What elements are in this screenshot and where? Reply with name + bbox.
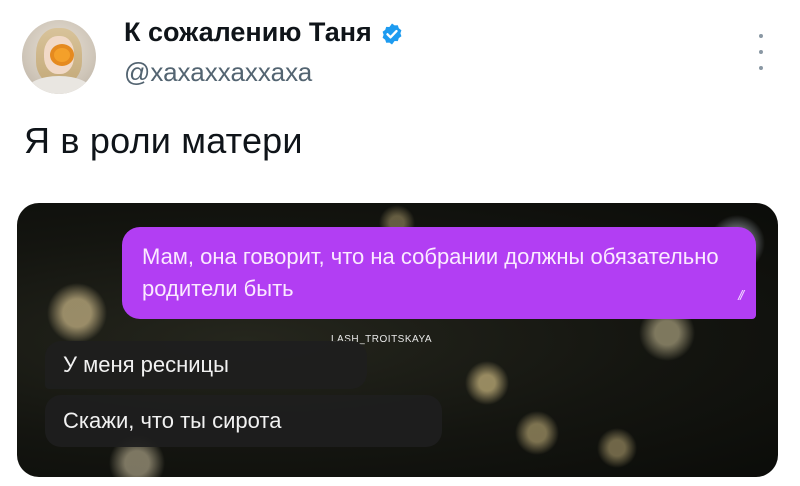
more-options-icon[interactable]: [752, 34, 770, 70]
incoming-message-text: Скажи, что ты сирота: [63, 408, 282, 433]
more-dot: [759, 66, 763, 70]
tweet-media-image[interactable]: Мам, она говорит, что на собрании должны…: [17, 203, 778, 477]
verified-badge-icon: [382, 23, 402, 44]
author-avatar[interactable]: [22, 20, 96, 94]
incoming-message-bubble: У меня ресницы: [45, 341, 367, 389]
more-dot: [759, 50, 763, 54]
incoming-message-text: У меня ресницы: [63, 352, 229, 377]
tweet-text: Я в роли матери: [24, 120, 303, 161]
author-handle[interactable]: @хахаххаххаха: [124, 57, 312, 88]
outgoing-message-text: Мам, она говорит, что на собрании должны…: [142, 244, 719, 301]
avatar-donut: [50, 44, 74, 66]
outgoing-message-bubble: Мам, она говорит, что на собрании должны…: [122, 227, 756, 319]
author-display-name[interactable]: К сожалению Таня: [124, 17, 372, 48]
more-dot: [759, 34, 763, 38]
read-receipt-icon: //: [738, 287, 744, 303]
incoming-message-bubble: Скажи, что ты сирота: [45, 395, 442, 447]
avatar-shoulders: [26, 76, 92, 94]
author-name-row[interactable]: К сожалению Таня: [124, 17, 404, 48]
